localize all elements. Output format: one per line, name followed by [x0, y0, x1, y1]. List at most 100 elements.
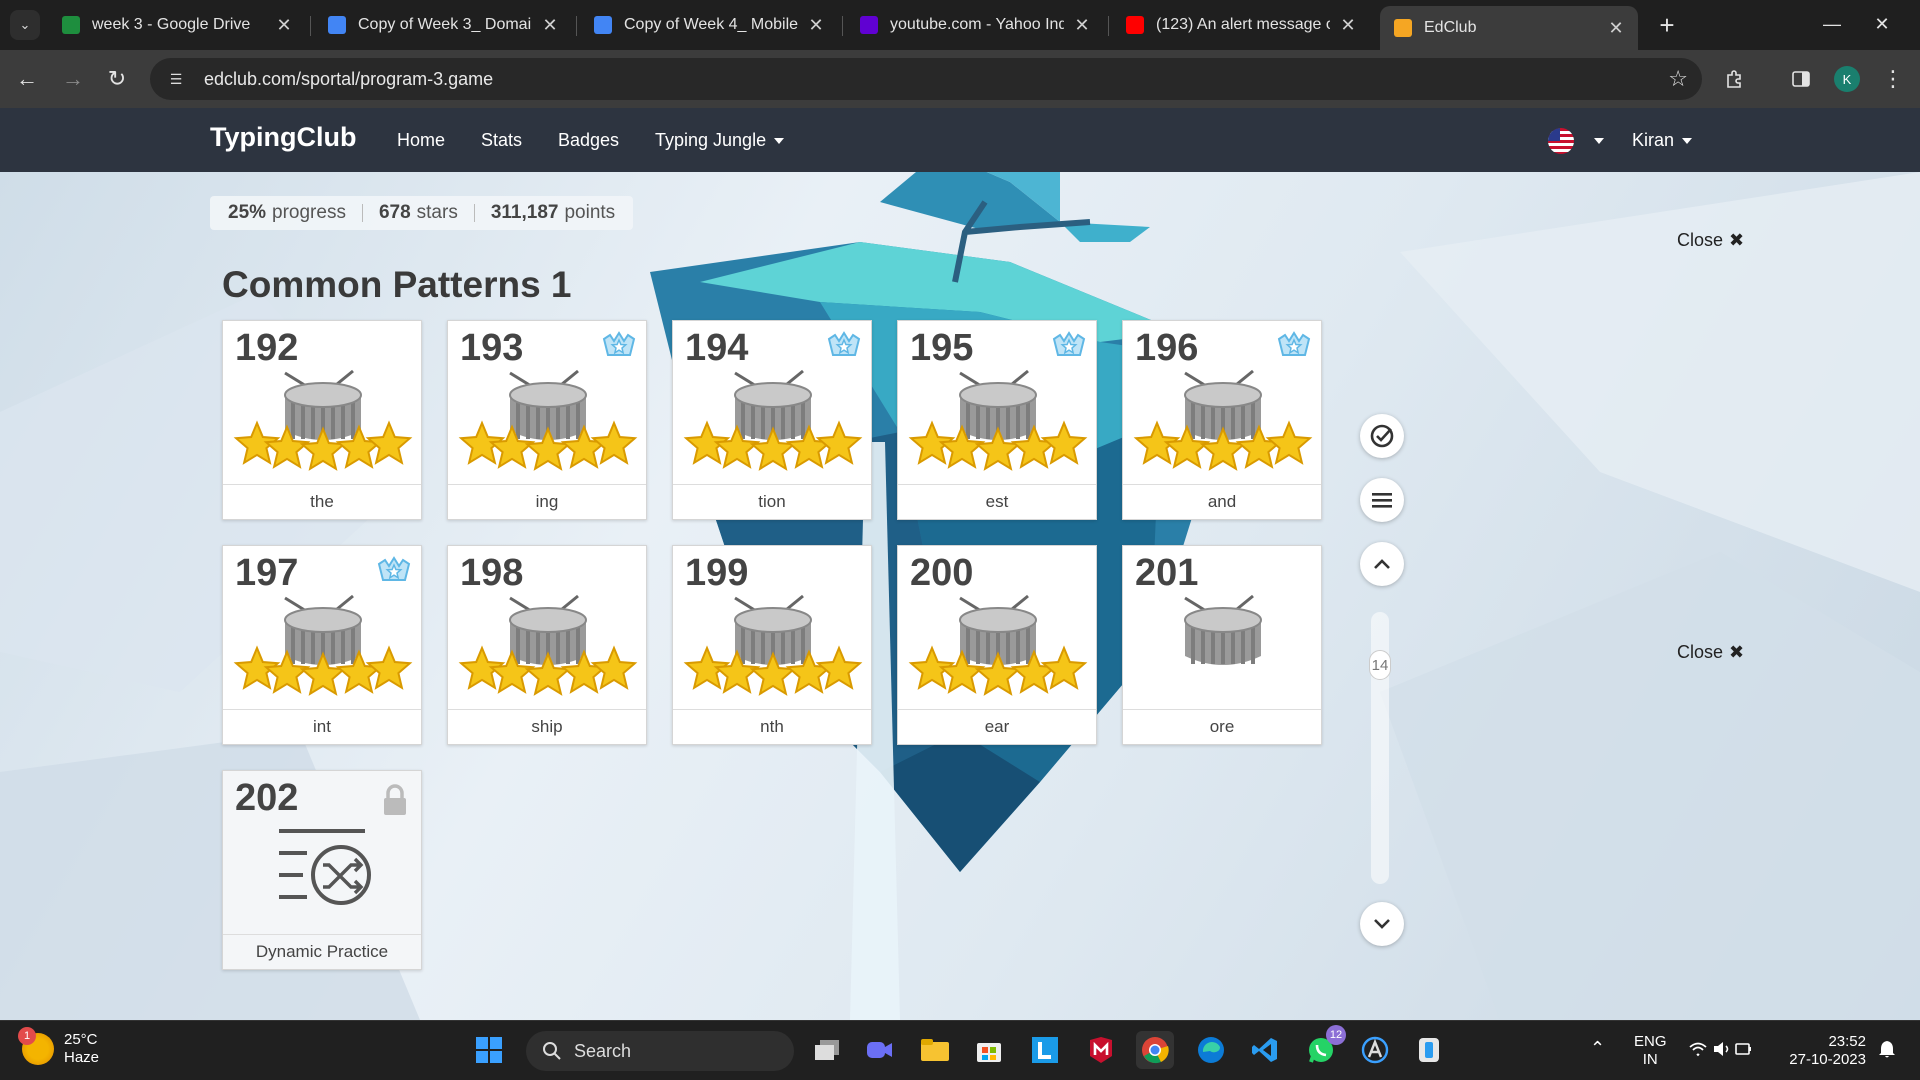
tab-close-icon[interactable]: ✕ — [808, 15, 824, 36]
drum-icon — [223, 365, 423, 485]
user-name: Kiran — [1632, 130, 1675, 150]
tab-close-icon[interactable]: ✕ — [1340, 15, 1356, 36]
notification-bell-icon[interactable] — [1878, 1039, 1896, 1064]
mcafee-icon[interactable] — [1082, 1031, 1120, 1069]
tab-close-icon[interactable]: ✕ — [276, 15, 292, 36]
whatsapp-icon[interactable]: 12 — [1302, 1025, 1346, 1069]
tab-close-icon[interactable]: ✕ — [1608, 18, 1624, 39]
nav-home[interactable]: Home — [397, 130, 445, 151]
back-icon[interactable]: ← — [12, 64, 42, 94]
wifi-icon[interactable] — [1688, 1039, 1752, 1064]
close-label: Close — [1677, 230, 1724, 250]
chrome-icon[interactable] — [1136, 1031, 1174, 1069]
nav-badges[interactable]: Badges — [558, 130, 619, 151]
drum-icon — [448, 590, 648, 710]
task-view-icon[interactable] — [808, 1031, 846, 1069]
app-a-icon[interactable] — [1356, 1031, 1394, 1069]
extensions-icon[interactable] — [1720, 64, 1750, 94]
maximize-button[interactable] — [1813, 8, 1853, 40]
browser-tab[interactable]: Copy of Week 4_ Mobile D ✕ — [580, 8, 838, 42]
site-info-icon[interactable]: ☰ — [162, 65, 190, 93]
browser-tab-bar: ⌄ week 3 - Google Drive ✕ Copy of Week 3_ … — [0, 0, 1920, 50]
lang-bottom: IN — [1642, 1051, 1658, 1068]
user-menu[interactable]: Kiran — [1632, 130, 1693, 151]
lesson-card[interactable]: 193 ing — [447, 320, 647, 520]
tab-favicon-icon — [1126, 16, 1144, 34]
progress-label: progress — [272, 202, 346, 223]
tab-favicon-icon — [1394, 19, 1412, 37]
lesson-scrollbar[interactable]: 14 — [1369, 612, 1391, 884]
side-panel-icon[interactable] — [1786, 64, 1816, 94]
tab-close-icon[interactable]: ✕ — [1074, 15, 1090, 36]
tab-title: youtube.com - Yahoo Indi — [890, 16, 1064, 33]
show-hidden-icons[interactable]: ⌃ — [1590, 1039, 1605, 1057]
url-text[interactable]: edclub.com/sportal/program-3.game — [204, 69, 493, 90]
star-icon — [365, 420, 413, 465]
close-window-button[interactable]: ✕ — [1862, 8, 1902, 40]
scroll-thumb[interactable]: 14 — [1369, 650, 1391, 680]
check-circle-icon[interactable] — [1360, 414, 1404, 458]
browser-tab[interactable]: Copy of Week 3_ Domain ✕ — [314, 8, 572, 42]
browser-tab[interactable]: (123) An alert message or ✕ — [1112, 8, 1370, 42]
more-menu-icon[interactable]: ⋮ — [1878, 64, 1908, 94]
tab-close-icon[interactable]: ✕ — [542, 15, 558, 36]
lesson-card[interactable]: 196 and — [1122, 320, 1322, 520]
star-icon — [815, 645, 863, 690]
reload-icon[interactable]: ↻ — [102, 64, 132, 94]
chevron-down-icon — [1374, 919, 1390, 929]
lesson-label: nth — [673, 709, 871, 744]
weather-widget[interactable]: 1 25°C Haze — [18, 1027, 99, 1067]
microsoft-store-icon[interactable] — [970, 1031, 1008, 1069]
bookmark-star-icon[interactable]: ☆ — [1668, 66, 1688, 92]
lesson-label: Dynamic Practice — [223, 934, 421, 969]
profile-avatar[interactable]: K — [1834, 66, 1860, 92]
meet-icon[interactable] — [860, 1031, 898, 1069]
lesson-card[interactable]: 192 the — [222, 320, 422, 520]
edge-icon[interactable] — [1192, 1031, 1230, 1069]
lesson-card[interactable]: 195 est — [897, 320, 1097, 520]
taskbar-search[interactable]: Search — [526, 1031, 794, 1071]
lesson-number: 201 — [1135, 552, 1199, 594]
browser-tab[interactable]: youtube.com - Yahoo Indi ✕ — [846, 8, 1104, 42]
nav-typing-jungle-label: Typing Jungle — [655, 130, 767, 150]
new-tab-button[interactable]: + — [1652, 10, 1682, 40]
browser-tab[interactable]: EdClub ✕ — [1380, 6, 1638, 50]
browser-tab[interactable]: week 3 - Google Drive ✕ — [48, 8, 306, 42]
scroll-down-button[interactable] — [1360, 902, 1404, 946]
lesson-card[interactable]: 201 ore — [1122, 545, 1322, 745]
lesson-card[interactable]: 198 ship — [447, 545, 647, 745]
close-button-top[interactable]: Close ✖ — [1677, 230, 1744, 251]
lesson-number: 194 — [685, 327, 749, 369]
file-explorer-icon[interactable] — [916, 1031, 954, 1069]
windows-start-icon[interactable] — [470, 1031, 508, 1069]
chevron-down-icon[interactable] — [1594, 138, 1604, 144]
lesson-card[interactable]: 199 nth — [672, 545, 872, 745]
typingclub-logo[interactable]: TypingClub — [210, 122, 356, 153]
forward-icon[interactable]: → — [58, 64, 88, 94]
phone-link-icon[interactable] — [1410, 1031, 1448, 1069]
lesson-number: 197 — [235, 552, 299, 594]
menu-icon[interactable] — [1360, 478, 1404, 522]
address-bar[interactable]: ☰ edclub.com/sportal/program-3.game ☆ — [150, 58, 1702, 100]
search-label: Search — [574, 1040, 632, 1061]
lens-app-icon[interactable] — [1026, 1031, 1064, 1069]
chevron-down-icon — [1682, 138, 1693, 145]
lesson-card[interactable]: 194 tion — [672, 320, 872, 520]
lang-top: ENG — [1634, 1033, 1667, 1050]
chevron-up-icon — [1374, 559, 1390, 569]
nav-stats[interactable]: Stats — [481, 130, 522, 151]
scroll-up-button[interactable] — [1360, 542, 1404, 586]
lesson-card[interactable]: 197 int — [222, 545, 422, 745]
nav-typing-jungle[interactable]: Typing Jungle — [655, 130, 785, 151]
language-indicator[interactable]: ENG IN — [1634, 1033, 1667, 1069]
clock[interactable]: 23:52 27-10-2023 — [1782, 1033, 1866, 1069]
weather-temp: 25°C — [64, 1031, 98, 1048]
lesson-card[interactable]: 202 Dynamic Practice — [222, 770, 422, 970]
us-flag-icon[interactable] — [1548, 128, 1574, 154]
close-button-middle[interactable]: Close ✖ — [1677, 642, 1744, 663]
search-icon — [543, 1042, 561, 1060]
tab-search-button[interactable]: ⌄ — [10, 10, 40, 40]
vscode-icon[interactable] — [1246, 1031, 1284, 1069]
lesson-card[interactable]: 200 ear — [897, 545, 1097, 745]
lesson-number: 195 — [910, 327, 974, 369]
